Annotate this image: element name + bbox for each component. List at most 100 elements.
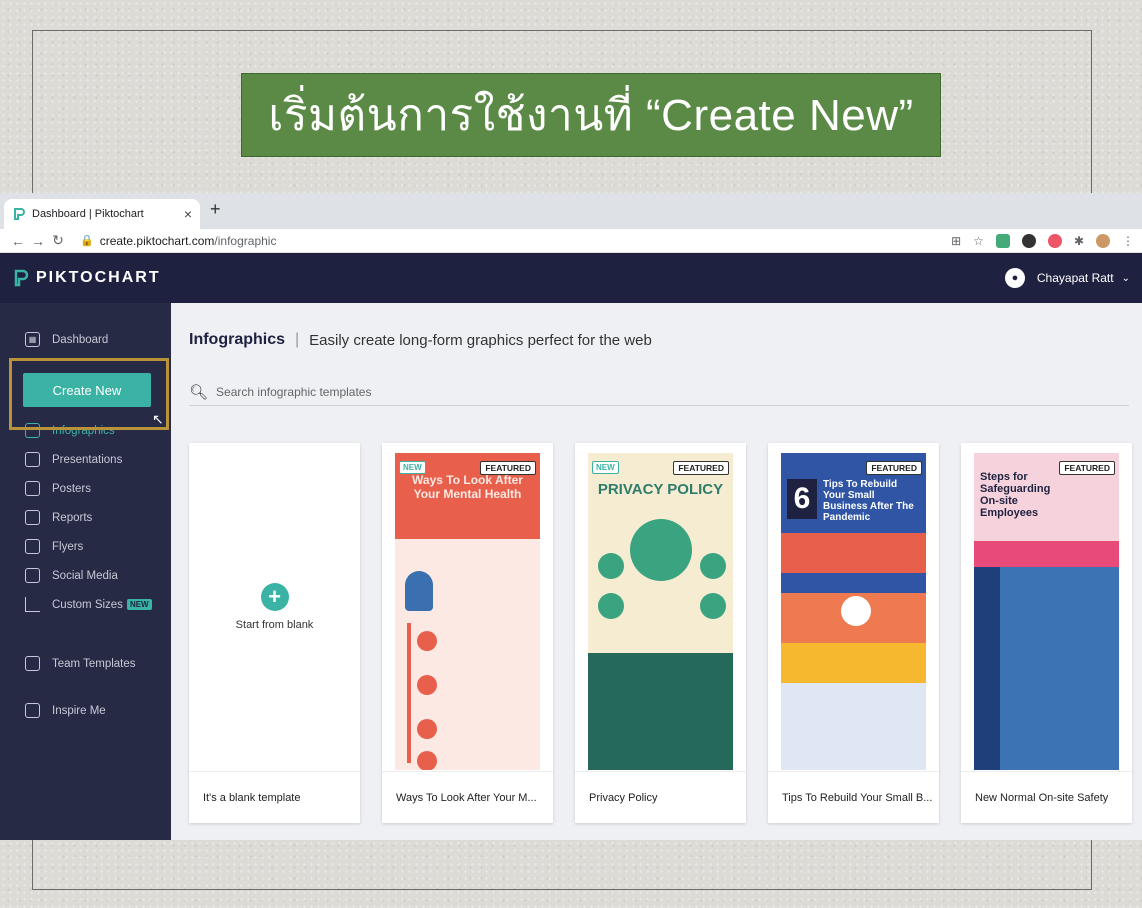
highlight-band — [781, 643, 926, 683]
user-menu[interactable]: ● Chayapat Ratt ⌄ — [1004, 268, 1130, 288]
piktochart-logo[interactable]: PIKTOCHART — [12, 269, 161, 287]
search-bar[interactable]: 🔍︎ Search infographic templates — [189, 378, 1129, 406]
sidebar-item-custom-sizes[interactable]: Custom Sizes NEW — [0, 590, 171, 619]
back-icon[interactable]: ← — [8, 233, 28, 249]
sidebar-item-label: Team Templates — [52, 657, 136, 670]
browser-window: Dashboard | Piktochart × + ← → ↻ 🔒 creat… — [0, 193, 1142, 840]
card-caption: Ways To Look After Your M... — [382, 771, 553, 823]
template-card[interactable]: FEATURED Steps for Safeguarding On-site … — [961, 443, 1132, 823]
start-from-blank[interactable]: + Start from blank — [189, 443, 360, 770]
sidebar-item-posters[interactable]: Posters — [0, 474, 171, 503]
sidebar: ▦ Dashboard Infographics Create New ↖ Pr… — [0, 303, 171, 840]
user-avatar-icon: ● — [1004, 268, 1025, 288]
template-thumbnail: NEW FEATURED PRIVACY POLICY — [588, 453, 733, 770]
url-host: create.piktochart.com — [99, 233, 215, 248]
inspire-me-icon — [25, 703, 40, 718]
template-card[interactable]: FEATURED 6 Tips To Rebuild Your Small Bu… — [768, 443, 939, 823]
lock-icon[interactable]: 🔒 — [80, 234, 94, 247]
tab-title: Dashboard | Piktochart — [32, 208, 144, 220]
extension-icon[interactable] — [1047, 233, 1062, 248]
team-templates-icon — [25, 656, 40, 671]
sidebar-item-label: Presentations — [52, 453, 123, 466]
timeline-line — [407, 623, 411, 763]
piktochart-logo-icon — [14, 269, 29, 287]
extension-icon[interactable] — [1021, 233, 1036, 248]
url-path: /infographic — [214, 233, 277, 248]
illustration-circle — [700, 553, 726, 579]
thumb-title: Steps for Safeguarding On-site Employees — [980, 471, 1051, 519]
presentations-icon — [25, 452, 40, 467]
step-circle — [417, 675, 437, 695]
sidebar-item-flyers[interactable]: Flyers — [0, 532, 171, 561]
head-illustration — [405, 571, 433, 611]
template-card-blank[interactable]: + Start from blank It's a blank template — [189, 443, 360, 823]
card-caption: Privacy Policy — [575, 771, 746, 823]
featured-badge: FEATURED — [673, 461, 729, 475]
create-new-highlight — [9, 358, 169, 430]
profile-avatar-icon[interactable] — [1096, 233, 1110, 248]
new-tab-button[interactable]: + — [210, 199, 221, 220]
template-thumbnail: FEATURED 6 Tips To Rebuild Your Small Bu… — [781, 453, 926, 770]
mouse-cursor-icon: ↖ — [152, 411, 164, 427]
user-name: Chayapat Ratt — [1036, 271, 1114, 285]
sidebar-item-social-media[interactable]: Social Media — [0, 561, 171, 590]
storefront-illustration — [781, 533, 926, 573]
card-caption: It's a blank template — [189, 771, 360, 823]
card-caption: New Normal On-site Safety — [961, 771, 1132, 823]
template-thumbnail: FEATURED Steps for Safeguarding On-site … — [974, 453, 1119, 770]
heading-separator: | — [295, 331, 300, 348]
intro-band — [974, 541, 1119, 567]
new-badge: NEW — [399, 461, 426, 474]
tab-close-icon[interactable]: × — [184, 206, 192, 222]
tips-section — [781, 683, 926, 770]
tab-bar: Dashboard | Piktochart × + — [0, 193, 1142, 229]
slide-title: เริ่มต้นการใช้งานที่ “Create New” — [241, 73, 941, 157]
featured-badge: FEATURED — [480, 461, 536, 475]
browser-toolbar-icons: ⊞ ☆ ✱ ⋮ — [951, 233, 1134, 248]
sidebar-item-label: Posters — [52, 482, 91, 495]
page-title: Infographics — [189, 331, 286, 348]
posters-icon — [25, 481, 40, 496]
sidebar-item-team-templates[interactable]: Team Templates — [0, 649, 171, 678]
forward-icon[interactable]: → — [28, 233, 48, 249]
sidebar-item-reports[interactable]: Reports — [0, 503, 171, 532]
sidebar-item-dashboard[interactable]: ▦ Dashboard — [0, 325, 108, 354]
icon-column — [974, 567, 1000, 770]
content-area: Infographics | Easily create long-form g… — [171, 303, 1142, 840]
illustration-circle — [598, 553, 624, 579]
url-field[interactable]: create.piktochart.com/infographic — [100, 234, 277, 248]
address-bar: ← → ↻ 🔒 create.piktochart.com/infographi… — [0, 229, 1142, 253]
sidebar-item-presentations[interactable]: Presentations — [0, 445, 171, 474]
donut-chart — [841, 596, 871, 626]
reports-icon — [25, 510, 40, 525]
search-icon: 🔍︎ — [189, 383, 209, 401]
browser-menu-icon[interactable]: ⋮ — [1122, 234, 1134, 248]
sidebar-item-inspire-me[interactable]: Inspire Me — [0, 696, 171, 725]
page-subtitle: Easily create long-form graphics perfect… — [309, 331, 652, 349]
extension-icon[interactable] — [995, 233, 1010, 248]
search-input[interactable]: Search infographic templates — [216, 385, 371, 399]
app-main: ▦ Dashboard Infographics Create New ↖ Pr… — [0, 303, 1142, 840]
thumb-footer — [588, 653, 733, 770]
reload-icon[interactable]: ↻ — [48, 232, 68, 249]
browser-tab[interactable]: Dashboard | Piktochart × — [4, 199, 200, 229]
sidebar-item-label: Social Media — [52, 569, 118, 582]
extensions-puzzle-icon[interactable]: ✱ — [1074, 234, 1084, 248]
template-card[interactable]: NEW FEATURED Ways To Look After Your Men… — [382, 443, 553, 823]
translate-icon[interactable]: ⊞ — [951, 234, 961, 248]
logo-text: PIKTOCHART — [36, 269, 161, 286]
flyers-icon — [25, 539, 40, 554]
sidebar-item-label: Dashboard — [52, 333, 109, 346]
new-badge: NEW — [592, 461, 619, 474]
new-badge: NEW — [126, 599, 152, 610]
piktochart-favicon-icon — [14, 208, 25, 220]
template-card[interactable]: NEW FEATURED PRIVACY POLICY Privacy Poli… — [575, 443, 746, 823]
app-header: PIKTOCHART ● Chayapat Ratt ⌄ — [0, 253, 1142, 303]
page-heading: Infographics | Easily create long-form g… — [189, 331, 652, 349]
featured-badge: FEATURED — [866, 461, 922, 475]
bookmark-star-icon[interactable]: ☆ — [973, 234, 984, 248]
illustration-circle — [598, 593, 624, 619]
step-circle — [417, 719, 437, 739]
sidebar-item-label: Inspire Me — [52, 704, 106, 717]
featured-badge: FEATURED — [1059, 461, 1115, 475]
